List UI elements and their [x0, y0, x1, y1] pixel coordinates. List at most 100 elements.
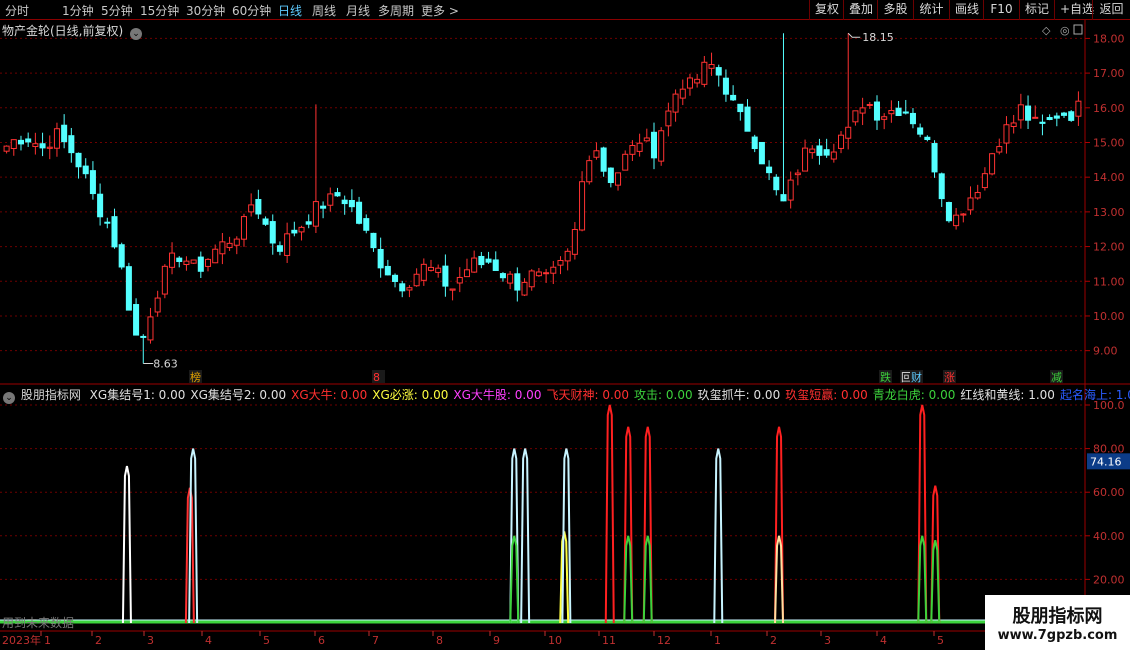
site-watermark: 股朋指标网 www.7gpzb.com [985, 595, 1130, 650]
candle [118, 242, 125, 270]
indicator-name[interactable]: 股朋指标网 [21, 388, 81, 402]
price-tick-label: 15.00 [1093, 136, 1125, 149]
toolbar-button-0[interactable]: 复权 [809, 0, 843, 20]
price-tick-label: 14.00 [1093, 171, 1125, 184]
price-tick-label: 11.00 [1093, 275, 1125, 288]
indicator-value: 玖玺抓牛: 0.00 [697, 388, 781, 402]
title-dropdown-icon[interactable]: ⌄ [130, 28, 143, 40]
month-label: 9 [493, 634, 500, 647]
toolbar-button-1[interactable]: 叠加 [843, 0, 877, 20]
month-label: 5 [263, 634, 270, 647]
month-label: 4 [205, 634, 212, 647]
month-label: 3 [824, 634, 831, 647]
period-tab-9[interactable]: 多周期 [378, 2, 414, 19]
candle [989, 152, 996, 176]
month-label: 1 [714, 634, 721, 647]
month-label: 5 [937, 634, 944, 647]
indicator-dropdown-icon[interactable]: ⌄ [3, 392, 15, 404]
main-bg [0, 20, 1130, 385]
settings-icon: ◎ [1060, 24, 1070, 37]
period-tab-2[interactable]: 5分钟 [101, 2, 133, 19]
high-price-label: 18.15 [862, 31, 894, 44]
price-tick-label: 9.00 [1093, 345, 1118, 358]
month-label: 2 [770, 634, 777, 647]
price-tick-label: 18.00 [1093, 32, 1125, 45]
signal-marker: 财 [911, 370, 922, 384]
indicator-value: 青龙白虎: 0.00 [872, 388, 956, 402]
indicator-values: XG集结号1: 0.00 XG集结号2: 0.00 XG大牛: 0.00 XG必涨: … [90, 388, 1130, 402]
signal-marker: 涨 [944, 371, 955, 384]
period-tab-8[interactable]: 月线 [346, 2, 370, 19]
month-label: 2 [95, 634, 102, 647]
period-tab-4[interactable]: 30分钟 [186, 2, 225, 19]
indicator-value: XG必涨: 0.00 [372, 388, 449, 402]
low-price-label: 8.63 [153, 357, 178, 370]
candlestick-chart[interactable]: 18.00 17.00 16.00 15.00 14.00 13.00 12.00 11.00… [0, 20, 1130, 385]
period-tab-5[interactable]: 60分钟 [232, 2, 271, 19]
diamond-icon: ◇ [1042, 24, 1051, 37]
indicator-value: 攻击: 0.00 [634, 388, 693, 402]
period-tab-7[interactable]: 周线 [312, 2, 336, 19]
candle [931, 140, 938, 178]
indicator-value: 起名海上: 1.00 [1059, 388, 1130, 402]
signal-marker: 8 [373, 371, 380, 384]
signal-marker: 榜 [190, 370, 201, 384]
month-label: 7 [372, 634, 379, 647]
candle [658, 127, 665, 166]
indicator-value: XG大牛: 0.00 [291, 388, 368, 402]
indicator-tick-label: 20.00 [1093, 573, 1125, 586]
month-label: 6 [318, 634, 325, 647]
month-label: 1 [44, 634, 51, 647]
year-label: 2023年 [2, 633, 41, 647]
indicator-value: XG集结号1: 0.00 [89, 388, 186, 402]
stock-title[interactable]: 物产金轮(日线,前复权) ⌄ [2, 22, 143, 40]
period-tab-3[interactable]: 15分钟 [140, 2, 179, 19]
price-tick-label: 13.00 [1093, 206, 1125, 219]
toolbar-button-3[interactable]: 统计 [913, 0, 949, 20]
month-label: 12 [657, 634, 671, 647]
period-toolbar: 分时 1分钟 5分钟 15分钟 30分钟 60分钟 日线 周线 月线 多周期 更多 > 复权 叠加 多股统… [0, 0, 1130, 20]
indicator-value: XG大牛股: 0.00 [453, 388, 542, 402]
candle [190, 259, 197, 264]
price-tick-label: 12.00 [1093, 241, 1125, 254]
signal-marker: 跌 [880, 370, 891, 384]
toolbar-button-6[interactable]: 标记 [1019, 0, 1054, 20]
stock-title-label: 物产金轮(日线,前复权) [2, 24, 124, 38]
toolbar-button-2[interactable]: 多股 [877, 0, 913, 20]
price-tick-label: 17.00 [1093, 67, 1125, 80]
period-tab-6[interactable]: 日线 [278, 2, 302, 19]
time-axis: 2023年 1 2 3 4 5 6 7 8 9 10 11 12 1 2 3 4 5 [0, 630, 1130, 650]
toolbar-button-4[interactable]: 画线 [949, 0, 983, 20]
indicator-chart[interactable]: 100.080.0060.0040.0020.0074.16 [0, 385, 1130, 630]
month-label: 3 [147, 634, 154, 647]
month-label: 8 [436, 634, 443, 647]
month-label: 4 [880, 634, 887, 647]
indicator-value: 玖玺短赢: 0.00 [785, 388, 868, 402]
period-tab-1[interactable]: 1分钟 [62, 2, 94, 19]
watermark-title: 股朋指标网 [1012, 606, 1103, 627]
watermark-url: www.7gpzb.com [997, 628, 1118, 643]
price-tick-label: 16.00 [1093, 102, 1125, 115]
indicator-value: 红线和黄线: 1.00 [960, 388, 1055, 402]
month-label: 11 [602, 634, 616, 647]
candle [161, 264, 168, 299]
future-data-note: 用到未来数据 [2, 616, 75, 630]
signal-marker: 减 [1051, 371, 1062, 384]
time-axis-bg [0, 630, 1130, 650]
candle [758, 141, 765, 165]
indicator-bg [0, 385, 1130, 630]
indicator-value: 飞天财神: 0.00 [546, 388, 630, 402]
indicator-tick-label: 40.00 [1093, 530, 1125, 543]
indicator-value: XG集结号2: 0.00 [190, 388, 287, 402]
indicator-tick-label: 60.00 [1093, 486, 1125, 499]
period-tab-0[interactable]: 分时 [5, 2, 29, 19]
candle [945, 201, 952, 223]
toolbar-button-7[interactable]: +自选 [1054, 0, 1094, 20]
toolbar-button-8[interactable]: 返回 [1092, 0, 1130, 20]
candle [1068, 110, 1075, 122]
period-tab-10[interactable]: 更多 > [421, 2, 459, 19]
current-value-label: 74.16 [1090, 455, 1122, 468]
price-tick-label: 10.00 [1093, 310, 1125, 323]
month-label: 10 [548, 634, 562, 647]
toolbar-button-5[interactable]: F10 [983, 0, 1019, 20]
